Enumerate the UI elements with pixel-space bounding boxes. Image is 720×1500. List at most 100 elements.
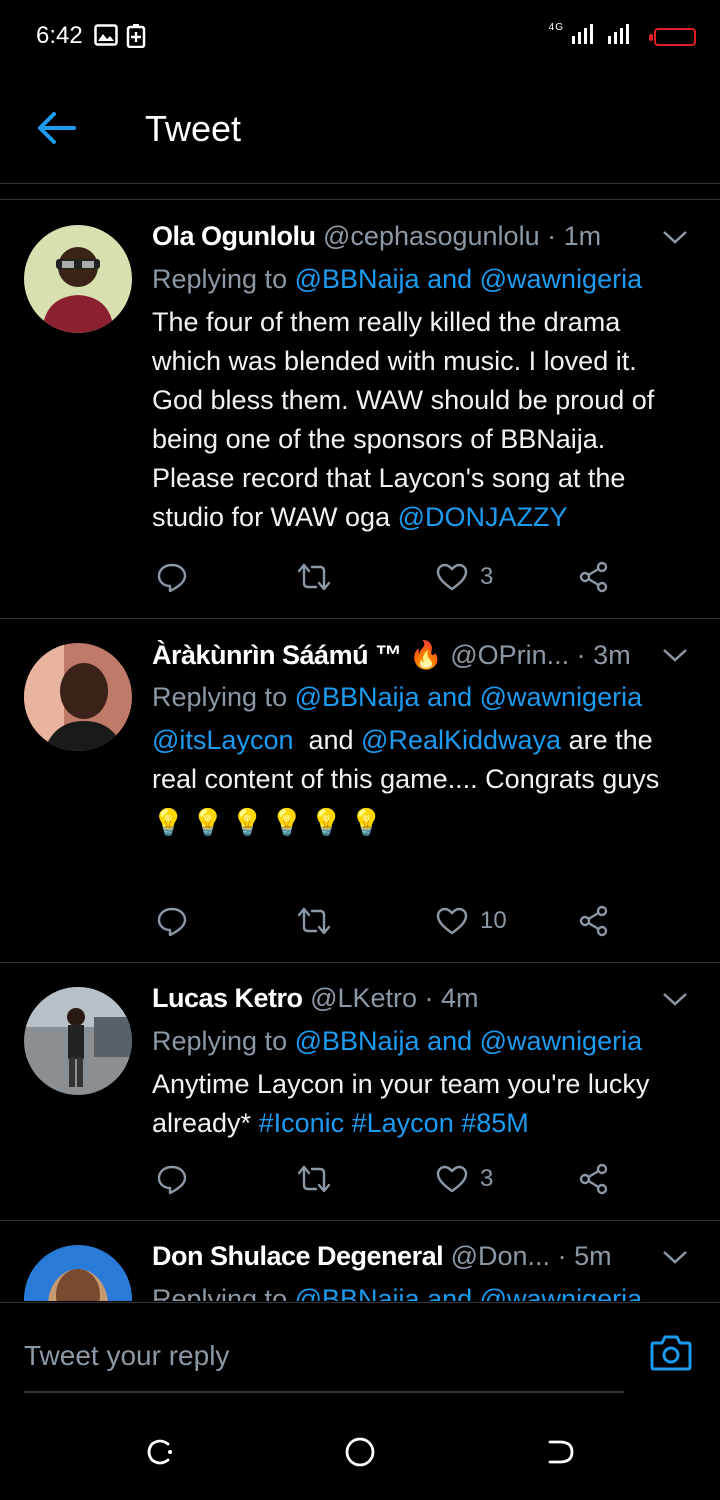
replying-and: and: [419, 1026, 480, 1056]
like-button[interactable]: 10: [436, 901, 507, 941]
back-arrow-icon[interactable]: [34, 110, 78, 146]
reply-composer: [0, 1302, 720, 1394]
retweet-button[interactable]: [296, 557, 332, 597]
status-time: 6:42: [36, 22, 83, 49]
comment-icon: [157, 907, 187, 937]
tweet-item[interactable]: Don Shulace Degeneral @Don... · 5m Reply…: [0, 1221, 720, 1301]
like-button[interactable]: 3: [436, 557, 493, 597]
avatar[interactable]: [24, 643, 132, 751]
share-icon: [579, 561, 608, 593]
replying-to: Replying to @BBNaija and @wawnigeria: [152, 1279, 692, 1301]
replying-mention[interactable]: @wawnigeria: [480, 264, 642, 294]
reply-button[interactable]: [156, 1159, 188, 1199]
author-handle: @Don...: [450, 1241, 551, 1271]
mention-link[interactable]: @RealKiddwaya: [361, 725, 561, 755]
tweet-text: Anytime Laycon in your team you're lucky…: [152, 1065, 692, 1143]
replying-mention[interactable]: @wawnigeria: [480, 1284, 642, 1301]
hashtag-links[interactable]: #Iconic #Laycon #85M: [259, 1108, 529, 1138]
avatar[interactable]: [24, 1245, 132, 1301]
author-name[interactable]: Don Shulace Degeneral: [152, 1241, 444, 1271]
tweet-item[interactable]: Ola Ogunlolu @cephasogunlolu · 1m Replyi…: [0, 201, 720, 619]
avatar[interactable]: [24, 225, 132, 333]
home-icon[interactable]: [344, 1436, 376, 1468]
share-icon: [579, 905, 608, 937]
retweet-icon: [297, 563, 331, 591]
tweet-item[interactable]: Lucas Ketro @LKetro · 4m Replying to @BB…: [0, 963, 720, 1221]
camera-icon[interactable]: [650, 1333, 692, 1371]
mention-link[interactable]: @DONJAZZY: [398, 502, 568, 532]
avatar[interactable]: [24, 987, 132, 1095]
emoji-line: 💡 💡 💡 💡 💡 💡: [152, 807, 383, 837]
replying-to: Replying to @BBNaija and @wawnigeria: [152, 677, 692, 719]
replying-prefix: Replying to: [152, 1026, 295, 1056]
retweet-button[interactable]: [296, 1159, 332, 1199]
heart-icon: [436, 1165, 468, 1193]
divider: [0, 184, 720, 200]
page-title: Tweet: [145, 108, 242, 149]
separator-dot: ·: [539, 221, 564, 251]
status-bar: 6:42 4G: [0, 0, 720, 72]
timestamp: 1m: [563, 221, 602, 251]
comment-icon: [157, 563, 187, 593]
timestamp: 4m: [441, 983, 479, 1013]
battery-saver-icon: [126, 24, 146, 48]
network-type-label: 4G: [548, 22, 564, 33]
replying-and: and: [419, 682, 480, 712]
like-count: 10: [480, 907, 507, 934]
timestamp: 5m: [574, 1241, 612, 1271]
battery-icon: [649, 28, 696, 46]
like-count: 3: [480, 563, 494, 590]
replying-prefix: Replying to: [152, 264, 295, 294]
retweet-button[interactable]: [296, 901, 332, 941]
chevron-down-icon[interactable]: [662, 647, 688, 663]
replying-mention[interactable]: @BBNaija: [295, 1284, 420, 1301]
replying-prefix: Replying to: [152, 1284, 295, 1301]
chevron-down-icon[interactable]: [662, 229, 688, 245]
tweet-actions: 10: [152, 901, 632, 941]
tweet-item[interactable]: Àràkùnrìn Sáámú ™ 🔥 @OPrin... · 3m Reply…: [0, 619, 720, 963]
separator-dot: ·: [417, 983, 442, 1013]
tweet-actions: 3: [152, 557, 632, 597]
tweet-text: The four of them really killed the drama…: [152, 303, 692, 537]
top-app-bar: Tweet: [0, 72, 720, 184]
share-button[interactable]: [578, 1159, 610, 1199]
author-name[interactable]: Lucas Ketro: [152, 983, 303, 1013]
separator-dot: ·: [550, 1241, 575, 1271]
heart-icon: [436, 907, 468, 935]
author-name[interactable]: Ola Ogunlolu: [152, 221, 316, 251]
reply-button[interactable]: [156, 557, 188, 597]
like-count: 3: [480, 1165, 494, 1192]
replying-mention[interactable]: @BBNaija: [295, 264, 420, 294]
system-nav-bar: [0, 1400, 720, 1500]
reply-button[interactable]: [156, 901, 188, 941]
replying-and: and: [419, 1284, 480, 1301]
mention-link[interactable]: @itsLaycon: [152, 725, 293, 755]
heart-icon: [436, 563, 468, 591]
tweet-text: @itsLaycon and @RealKiddwaya are the rea…: [152, 721, 692, 799]
separator-dot: ·: [569, 640, 594, 670]
tweet-body: The four of them really killed the drama…: [152, 307, 655, 532]
tweet-actions: 3: [152, 1159, 632, 1199]
author-handle: @OPrin...: [450, 640, 570, 670]
like-button[interactable]: 3: [436, 1159, 493, 1199]
replying-mention[interactable]: @wawnigeria: [480, 1026, 642, 1056]
reply-input[interactable]: [24, 1321, 624, 1393]
signal-indicator: 4G: [548, 22, 640, 45]
share-button[interactable]: [578, 901, 610, 941]
timestamp: 3m: [593, 640, 631, 670]
share-button[interactable]: [578, 557, 610, 597]
replies-list[interactable]: Ola Ogunlolu @cephasogunlolu · 1m Replyi…: [0, 201, 720, 1301]
retweet-icon: [297, 1165, 331, 1193]
back-icon[interactable]: [544, 1436, 576, 1468]
chevron-down-icon[interactable]: [662, 1249, 688, 1265]
chevron-down-icon[interactable]: [662, 991, 688, 1007]
tweet-body: and: [293, 725, 362, 755]
replying-mention[interactable]: @BBNaija: [295, 1026, 420, 1056]
author-name[interactable]: Àràkùnrìn Sáámú ™: [152, 640, 402, 670]
signal-bars-icon: [572, 24, 629, 45]
replying-mention[interactable]: @BBNaija: [295, 682, 420, 712]
recents-icon[interactable]: [144, 1436, 176, 1468]
author-handle: @LKetro: [310, 983, 418, 1013]
name-emoji: 🔥: [409, 640, 443, 670]
replying-mention[interactable]: @wawnigeria: [480, 682, 642, 712]
